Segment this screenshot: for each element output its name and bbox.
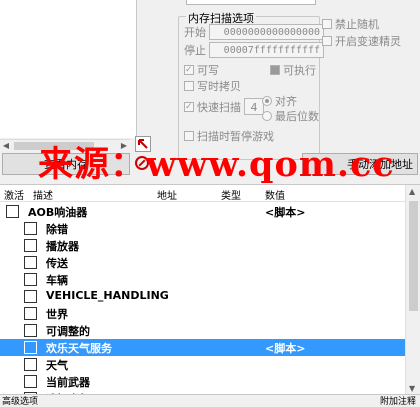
row-description: 车辆 — [46, 274, 68, 287]
scroll-up-icon[interactable]: ▲ — [409, 187, 415, 196]
cheat-table: 激活 描述 地址 类型 数值 AOB响油器 <脚本> 除错播放器传送车辆 VEHICL… — [0, 184, 420, 406]
column-description[interactable]: 描述 — [33, 187, 53, 202]
active-checkbox[interactable] — [24, 290, 37, 303]
active-checkbox[interactable] — [24, 222, 37, 235]
table-row[interactable]: 除错 — [0, 220, 405, 237]
active-checkbox[interactable] — [24, 307, 37, 320]
vertical-scrollbar[interactable]: ▲ ▼ — [405, 185, 420, 395]
disable-random-label: 禁止随机 — [335, 18, 379, 31]
column-value[interactable]: 数值 — [265, 187, 285, 202]
row-description: VEHICLE_HANDLING — [46, 289, 169, 302]
table-header: 激活 描述 地址 类型 数值 — [0, 185, 405, 202]
table-row[interactable]: AOB响油器 <脚本> — [0, 203, 405, 220]
row-value: <脚本> — [265, 342, 306, 355]
advanced-options-link[interactable]: 高级选项 — [2, 394, 38, 407]
value-input-stub[interactable] — [186, 0, 316, 5]
start-address-input[interactable]: 0000000000000000 — [209, 24, 324, 40]
disable-random-checkbox[interactable] — [322, 19, 332, 29]
align-radio[interactable] — [262, 96, 272, 106]
row-description: 传送 — [46, 257, 68, 270]
row-description: 天气 — [46, 359, 68, 372]
watermark-text: 来源：www.qom.cc — [38, 144, 395, 185]
column-active[interactable]: 激活 — [4, 187, 24, 202]
active-checkbox[interactable] — [24, 273, 37, 286]
active-checkbox[interactable] — [24, 239, 37, 252]
fast-scan-checkbox[interactable] — [184, 101, 194, 112]
row-description: 播放器 — [46, 240, 79, 253]
speedhack-checkbox[interactable] — [322, 36, 332, 46]
row-description: 可调整的 — [46, 325, 90, 338]
row-description: 世界 — [46, 308, 68, 321]
table-row[interactable]: 世界 — [0, 305, 405, 322]
active-checkbox[interactable] — [24, 375, 37, 388]
table-row[interactable]: 当前武器 — [0, 373, 405, 390]
start-label: 开始 — [184, 26, 206, 39]
row-description: AOB响油器 — [28, 206, 88, 219]
fast-scan-label: 快速扫描 — [197, 100, 241, 114]
status-bar: 高级选项 附加注释 — [0, 394, 420, 407]
column-address[interactable]: 地址 — [157, 187, 177, 202]
writable-checkbox[interactable] — [184, 65, 194, 75]
table-extras-link[interactable]: 附加注释 — [380, 394, 416, 407]
scroll-left-icon[interactable]: ◀ — [0, 140, 12, 152]
active-checkbox[interactable] — [24, 324, 37, 337]
table-row[interactable]: VEHICLE_HANDLING — [0, 288, 405, 305]
table-row[interactable]: 天气 — [0, 356, 405, 373]
row-description: 欢乐天气服务 — [46, 342, 112, 355]
executable-checkbox[interactable] — [270, 65, 280, 75]
row-description: 当前武器 — [46, 376, 90, 389]
table-row[interactable]: 传送 — [0, 254, 405, 271]
active-checkbox[interactable] — [24, 341, 37, 354]
speedhack-label: 开启变速精灵 — [335, 35, 401, 48]
scroll-down-icon[interactable]: ▼ — [409, 384, 415, 393]
last-digits-radio[interactable] — [262, 111, 272, 121]
column-type[interactable]: 类型 — [221, 187, 241, 202]
writable-label: 可写 — [197, 64, 219, 77]
last-digits-label: 最后位数 — [275, 110, 319, 123]
row-value: <脚本> — [265, 206, 306, 219]
active-checkbox[interactable] — [24, 358, 37, 371]
fast-scan-alignment-input[interactable]: 4 — [244, 98, 264, 115]
table-row[interactable]: 播放器 — [0, 237, 405, 254]
found-addresses-list[interactable] — [0, 0, 131, 138]
table-row[interactable]: 车辆 — [0, 271, 405, 288]
align-label: 对齐 — [275, 95, 297, 108]
stop-label: 停止 — [184, 44, 206, 57]
stop-address-input[interactable]: 00007fffffffffff — [209, 42, 324, 58]
copy-on-write-checkbox[interactable] — [184, 81, 194, 91]
list-scroll-edge — [130, 0, 137, 138]
table-row[interactable]: 可调整的 — [0, 322, 405, 339]
executable-label: 可执行 — [283, 64, 316, 77]
active-checkbox[interactable] — [24, 256, 37, 269]
scrollbar-thumb[interactable] — [409, 201, 418, 311]
active-checkbox[interactable] — [6, 205, 19, 218]
copy-on-write-label: 写时拷贝 — [197, 80, 241, 93]
table-row[interactable]: 欢乐天气服务 <脚本> — [0, 339, 405, 356]
row-description: 除错 — [46, 223, 68, 236]
